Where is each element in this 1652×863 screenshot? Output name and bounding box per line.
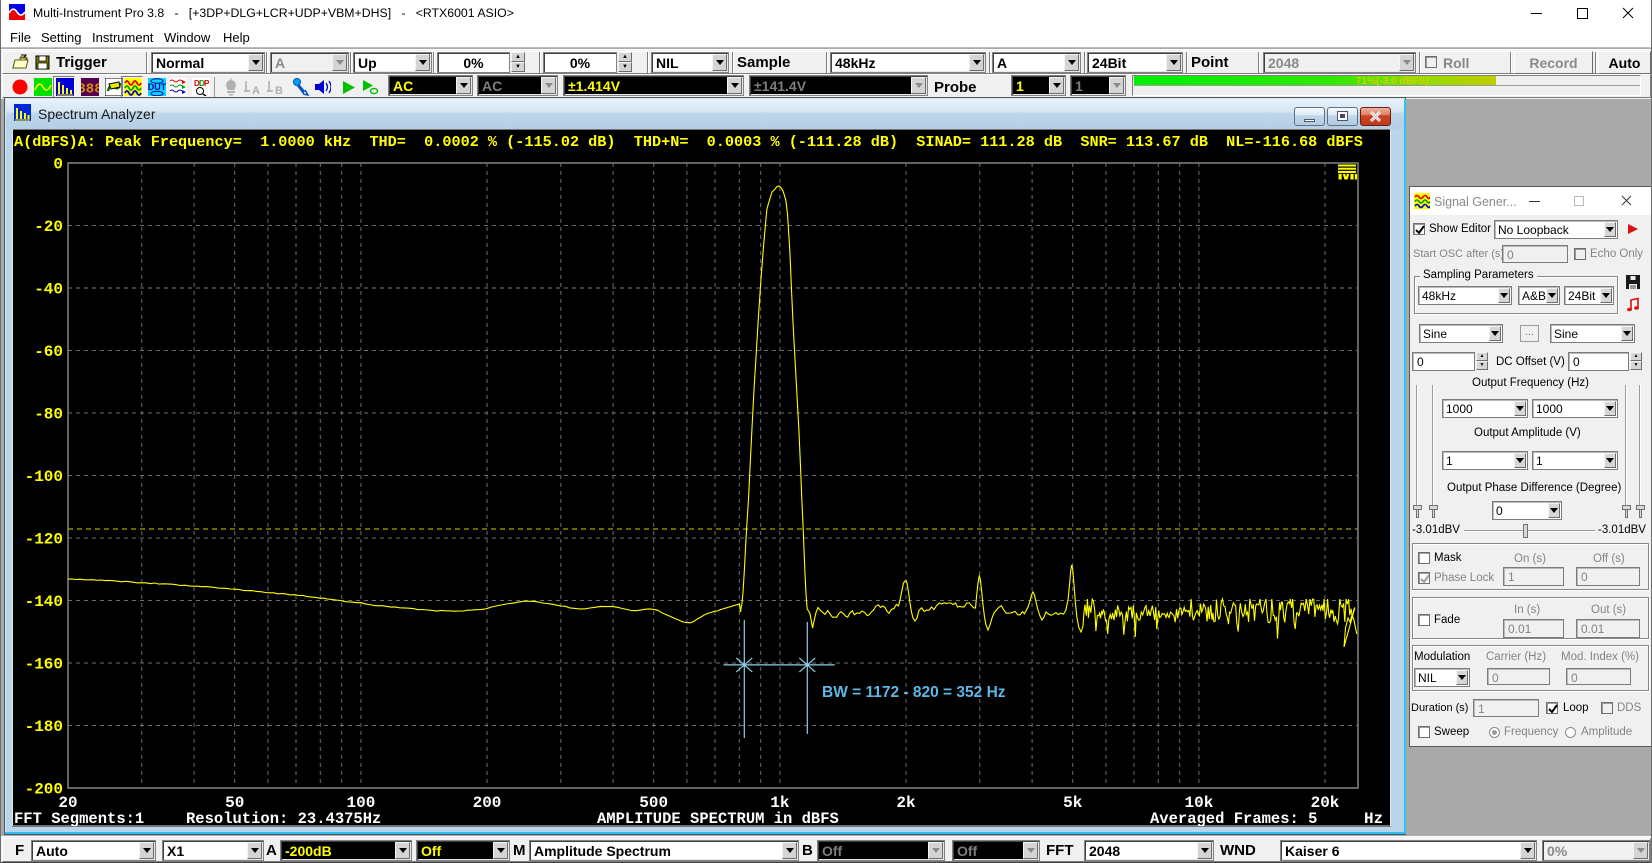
svg-text:A: A xyxy=(252,85,260,96)
svg-text:200: 200 xyxy=(473,794,502,812)
svg-text:888: 888 xyxy=(81,82,99,97)
svg-text:-180: -180 xyxy=(25,718,63,736)
svg-text:-120: -120 xyxy=(25,531,63,549)
svg-text:Resolution: 23.4375Hz: Resolution: 23.4375Hz xyxy=(186,810,381,827)
svg-text:-60: -60 xyxy=(34,343,63,361)
svg-text:2k: 2k xyxy=(896,794,916,812)
svg-text:-80: -80 xyxy=(34,406,63,424)
svg-text:B: B xyxy=(275,85,283,96)
svg-text:-100: -100 xyxy=(25,468,63,486)
svg-text:-140: -140 xyxy=(25,593,63,611)
svg-text:BW = 1172 - 820 = 352 Hz: BW = 1172 - 820 = 352 Hz xyxy=(822,684,1006,701)
svg-text:-40: -40 xyxy=(34,281,63,299)
svg-text:FFT Segments:1: FFT Segments:1 xyxy=(14,810,144,827)
svg-text:-20: -20 xyxy=(34,218,63,236)
svg-text:Averaged Frames: 5: Averaged Frames: 5 xyxy=(1150,810,1317,827)
svg-text:5k: 5k xyxy=(1063,794,1083,812)
svg-text:-160: -160 xyxy=(25,656,63,674)
svg-text:-200: -200 xyxy=(25,781,63,799)
svg-text:AMPLITUDE SPECTRUM in dBFS: AMPLITUDE SPECTRUM in dBFS xyxy=(597,810,839,827)
svg-text:A(dBFS)A: Peak Frequency= 1.0: A(dBFS)A: Peak Frequency= 1.0000 kHz THD… xyxy=(14,133,1363,151)
svg-text:P: P xyxy=(204,79,210,88)
svg-text:0: 0 xyxy=(53,156,63,174)
svg-text:Hz: Hz xyxy=(1364,810,1383,827)
